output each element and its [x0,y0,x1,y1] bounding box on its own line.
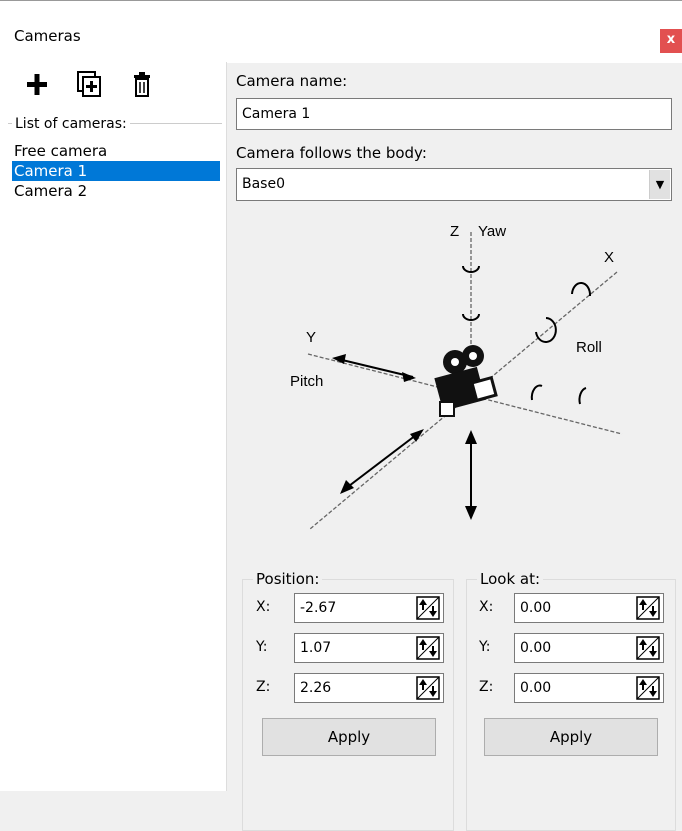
trash-icon[interactable] [130,70,158,100]
follows-dropdown[interactable]: Base0 ▼ [236,168,672,201]
follows-value: Base0 [242,176,285,192]
diagram-roll-label: Roll [576,339,602,356]
spinner-icon[interactable] [416,596,440,620]
diagram-x-label: X [604,249,614,266]
vertical-arrow-head-up [465,430,477,444]
follows-label: Camera follows the body: [236,144,427,162]
camera-list[interactable]: Free camera Camera 1 Camera 2 [12,141,220,201]
look-at-label: Look at: [477,570,544,588]
detail-panel: Camera name: Camera 1 Camera follows the… [226,62,682,831]
position-z-label: Z: [256,679,271,695]
look-at-z-value: 0.00 [520,680,552,696]
spinner-icon[interactable] [416,676,440,700]
chevron-down-icon[interactable]: ▼ [649,170,670,199]
depth-arrow-head-down [340,480,354,494]
list-item-camera-2[interactable]: Camera 2 [12,181,220,201]
diagram-yaw-label: Yaw [478,223,506,240]
spinner-icon[interactable] [636,676,660,700]
look-at-x-value: 0.00 [520,600,552,616]
camera-name-label: Camera name: [236,72,348,90]
position-x-input[interactable]: -2.67 [294,593,444,623]
vertical-arrow-head-down [465,506,477,520]
list-item-free-camera[interactable]: Free camera [12,141,220,161]
position-apply-button[interactable]: Apply [262,718,436,756]
position-y-value: 1.07 [300,640,332,656]
camera-name-input[interactable]: Camera 1 [236,98,672,130]
list-label: List of cameras: [12,116,130,132]
look-at-y-value: 0.00 [520,640,552,656]
position-x-value: -2.67 [300,600,337,616]
look-at-y-input[interactable]: 0.00 [514,633,664,663]
look-at-apply-button[interactable]: Apply [484,718,658,756]
position-z-input[interactable]: 2.26 [294,673,444,703]
axes-diagram: Z Yaw X Y Pitch Roll [290,223,623,530]
duplicate-icon[interactable] [76,70,104,100]
diagram-z-label: Z [450,223,459,240]
look-at-z-input[interactable]: 0.00 [514,673,664,703]
look-at-x-label: X: [479,599,494,615]
position-z-value: 2.26 [300,680,332,696]
position-y-label: Y: [256,639,268,655]
pitch-arrow [337,358,414,378]
look-at-y-label: Y: [479,639,491,655]
look-at-z-label: Z: [479,679,494,695]
spinner-icon[interactable] [636,636,660,660]
camera-icon [434,345,498,417]
look-at-x-input[interactable]: 0.00 [514,593,664,623]
position-x-label: X: [256,599,271,615]
diagram-pitch-label: Pitch [290,373,323,390]
position-label: Position: [253,570,323,588]
list-item-camera-1[interactable]: Camera 1 [12,161,220,181]
pitch-rotate-left-icon [530,384,543,401]
window-title: Cameras [14,27,81,45]
close-button[interactable]: x [660,29,682,53]
spinner-icon[interactable] [636,596,660,620]
plus-icon[interactable] [24,70,52,100]
x-rotate-icon [571,282,592,297]
diagram-y-label: Y [306,329,316,346]
depth-arrow [344,431,421,490]
spinner-icon[interactable] [416,636,440,660]
pitch-rotate-right-icon [578,387,587,405]
left-panel: List of cameras: Free camera Camera 1 Ca… [0,62,227,791]
roll-rotate-icon [535,317,557,343]
title-bar: Cameras x [0,0,682,63]
position-y-input[interactable]: 1.07 [294,633,444,663]
